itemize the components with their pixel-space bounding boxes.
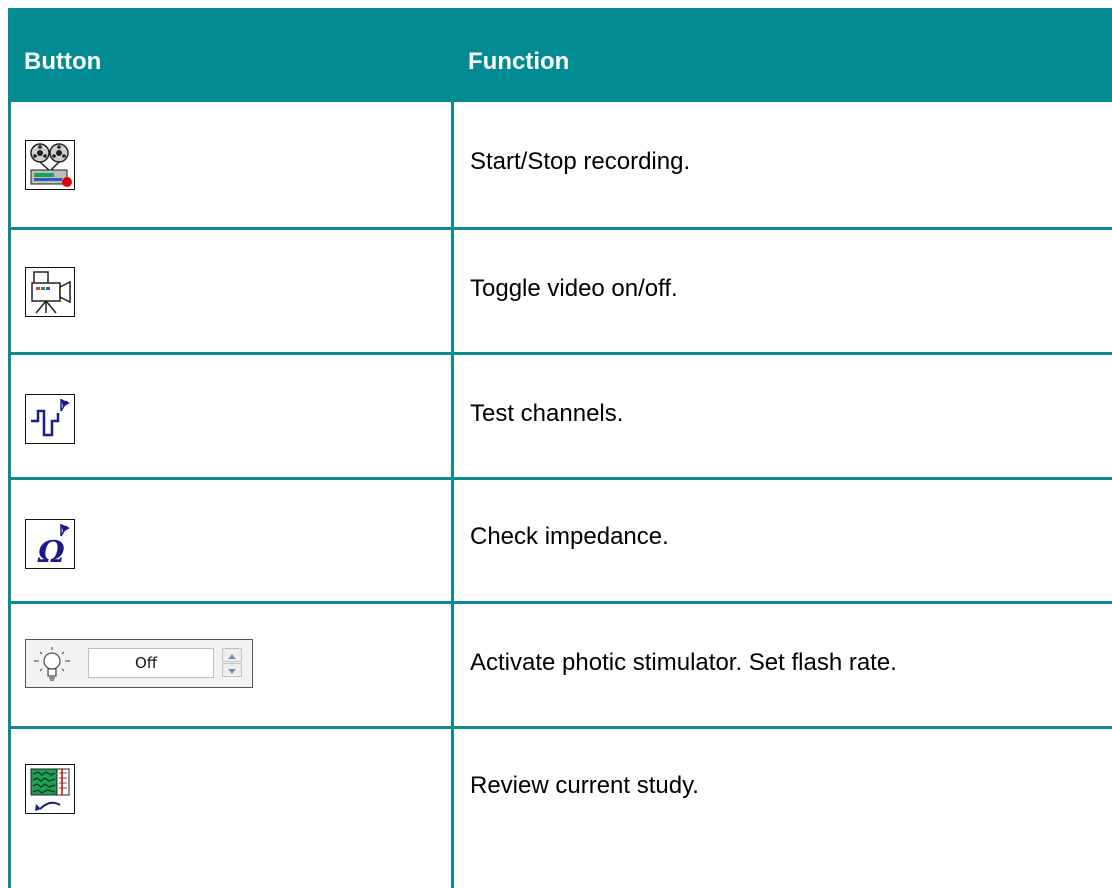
svg-text:Ω: Ω xyxy=(37,535,65,568)
table-header: Button Function xyxy=(8,8,1112,102)
photic-stimulator-widget: Off xyxy=(25,639,253,688)
omega-impedance-icon: Ω xyxy=(25,519,75,569)
function-text: Review current study. xyxy=(470,772,699,799)
test-channels-button[interactable] xyxy=(25,394,75,444)
function-text: Toggle video on/off. xyxy=(470,275,678,302)
table-row: Test channels. xyxy=(8,352,1112,477)
spin-down-button[interactable] xyxy=(222,663,242,677)
record-button[interactable] xyxy=(25,140,75,190)
square-wave-test-icon xyxy=(25,394,75,444)
spin-up-button[interactable] xyxy=(222,648,242,662)
tape-recorder-record-icon xyxy=(25,140,75,190)
review-study-icon xyxy=(25,764,75,814)
function-text: Check impedance. xyxy=(470,523,669,550)
header-function: Function xyxy=(468,48,570,75)
table-row: Toggle video on/off. xyxy=(8,227,1112,352)
table-row: Start/Stop recording. xyxy=(8,102,1112,227)
photic-stimulator-control[interactable]: Off xyxy=(25,639,253,688)
function-text: Start/Stop recording. xyxy=(470,148,691,175)
function-text: Activate photic stimulator. Set flash ra… xyxy=(470,649,897,676)
arrow-down-icon xyxy=(228,669,236,674)
video-toggle-button[interactable] xyxy=(25,267,75,317)
button-function-table: Button Function Start/Stop recording. To… xyxy=(8,8,1112,888)
table-row: Off Activate photic stimulator. Set flas… xyxy=(8,601,1112,726)
header-button: Button xyxy=(24,48,102,75)
table-row: Ω Check impedance. xyxy=(8,477,1112,601)
video-camera-icon xyxy=(25,267,75,317)
flash-rate-spinner[interactable] xyxy=(222,648,242,678)
review-study-button[interactable] xyxy=(25,764,75,814)
check-impedance-button[interactable]: Ω xyxy=(25,519,75,569)
table-row: Review current study. xyxy=(8,726,1112,888)
function-text: Test channels. xyxy=(470,400,624,427)
flash-rate-value[interactable]: Off xyxy=(88,648,214,678)
arrow-up-icon xyxy=(228,654,236,659)
light-bulb-icon xyxy=(30,644,74,684)
